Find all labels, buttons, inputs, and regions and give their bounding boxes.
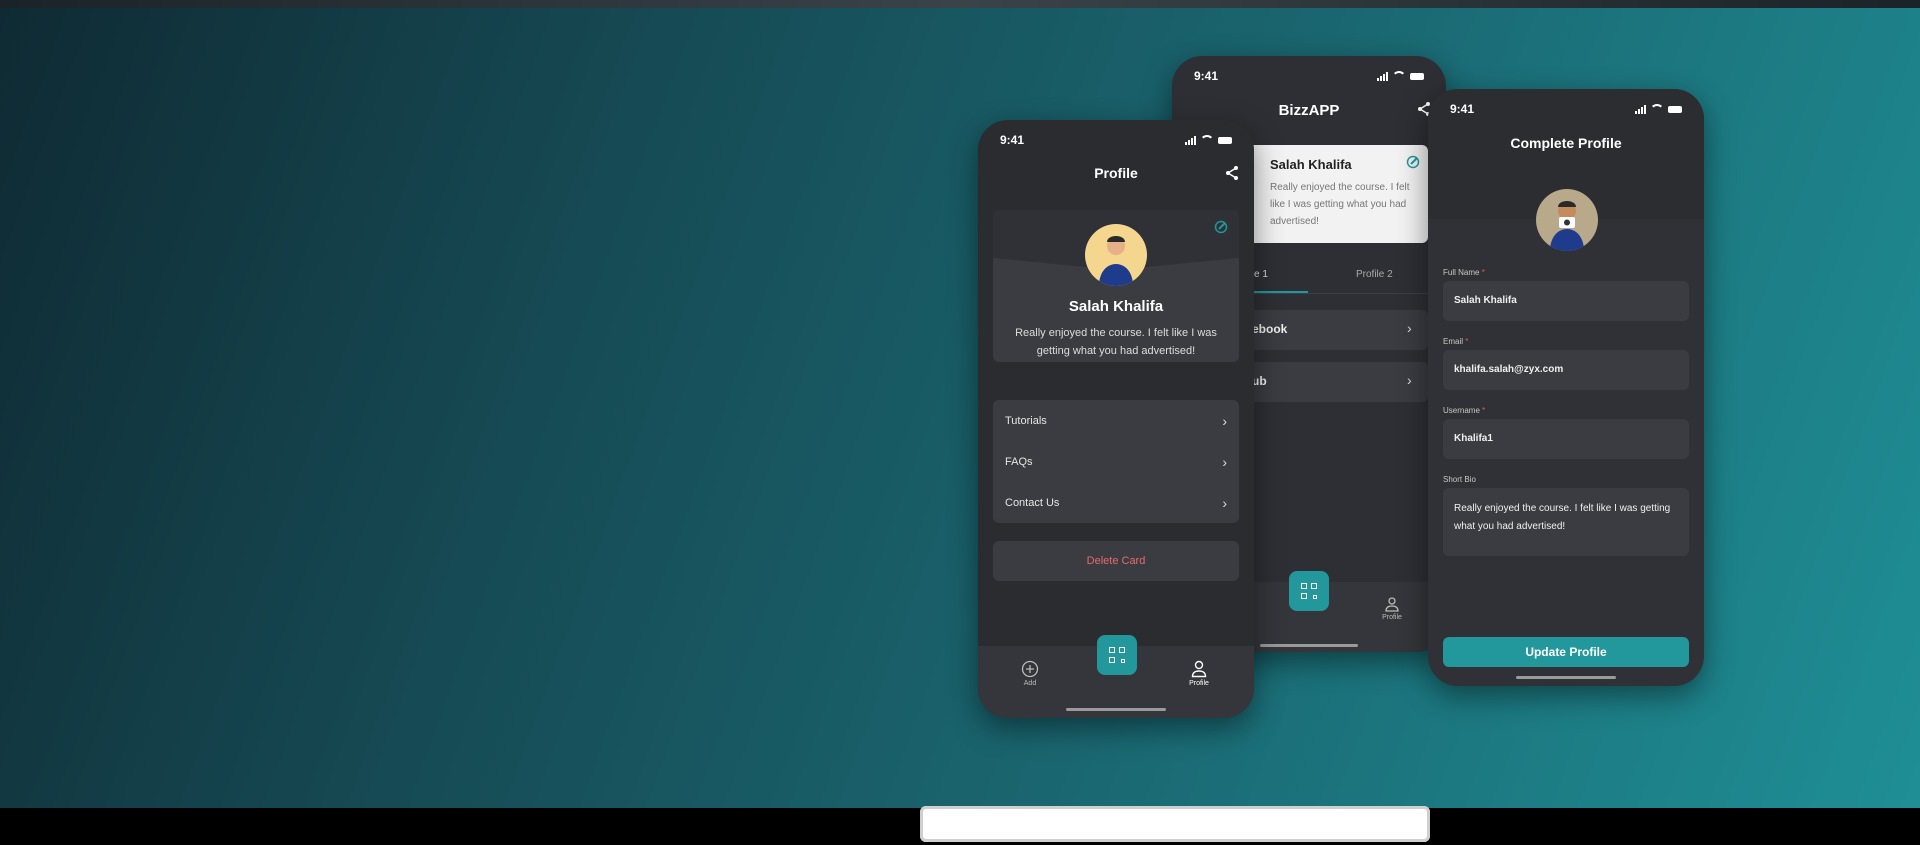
link-row-label: ub — [1252, 374, 1267, 388]
chevron-right-icon: › — [1222, 453, 1227, 470]
bottom-white-shape — [920, 806, 1430, 842]
status-time: 9:41 — [1450, 102, 1475, 116]
menu-item-faqs[interactable]: FAQs › — [993, 441, 1239, 482]
short-bio-label: Short Bio — [1443, 475, 1476, 484]
top-strip — [0, 0, 1920, 8]
qr-scan-button[interactable] — [1097, 635, 1137, 675]
update-profile-button[interactable]: Update Profile — [1443, 637, 1689, 667]
tab-profile-2[interactable]: Profile 2 — [1356, 269, 1393, 280]
camera-icon — [1559, 217, 1575, 228]
card-bio: Really enjoyed the course. I felt like I… — [1270, 182, 1410, 227]
status-bar: 9:41 — [1450, 101, 1682, 117]
edit-icon[interactable] — [1406, 155, 1420, 169]
home-indicator — [1260, 644, 1358, 647]
app-title: BizzAPP — [1278, 102, 1340, 119]
signal-icon — [1377, 71, 1388, 81]
menu-item-label: FAQs — [1005, 455, 1033, 468]
profile-bio: Really enjoyed the course. I felt like I… — [1015, 327, 1217, 357]
home-indicator — [1066, 708, 1166, 711]
username-label: Username * — [1443, 406, 1486, 415]
home-indicator — [1516, 676, 1616, 679]
battery-icon — [1218, 136, 1232, 144]
qr-scan-button[interactable] — [1289, 571, 1329, 611]
wifi-icon — [1392, 71, 1406, 81]
menu-item-label: Contact Us — [1005, 496, 1060, 509]
profile-card: Salah Khalifa Really enjoyed the course.… — [993, 210, 1239, 362]
menu-item-contact-us[interactable]: Contact Us › — [993, 482, 1239, 523]
signal-icon — [1635, 104, 1646, 114]
full-name-label: Full Name * — [1443, 268, 1485, 277]
avatar-illustration — [1099, 236, 1133, 286]
phone-complete-profile: 9:41 Complete Profile Full Name * Salah … — [1428, 89, 1704, 686]
edit-icon[interactable] — [1214, 220, 1228, 234]
avatar-upload[interactable] — [1536, 189, 1598, 251]
menu-item-tutorials[interactable]: Tutorials › — [993, 400, 1239, 441]
tab-label: Profile — [1382, 614, 1402, 621]
tab-label: Add — [1023, 680, 1037, 687]
chevron-right-icon: › — [1407, 372, 1412, 388]
short-bio-field[interactable]: Really enjoyed the course. I felt like I… — [1443, 488, 1689, 556]
username-field[interactable]: Khalifa1 — [1443, 419, 1689, 459]
profile-name: Salah Khalifa — [1068, 298, 1164, 315]
delete-card-button[interactable]: Delete Card — [993, 541, 1239, 581]
signal-icon — [1185, 135, 1196, 145]
page-title: Profile — [1094, 165, 1138, 181]
share-icon[interactable] — [1224, 165, 1240, 181]
chevron-right-icon: › — [1222, 412, 1227, 429]
battery-icon — [1668, 105, 1682, 113]
phone-profile: 9:41 Profile Salah Khalifa Really enjoye… — [978, 120, 1254, 718]
tab-profile-1[interactable]: e 1 — [1254, 269, 1268, 280]
card-name: Salah Khalifa — [1270, 157, 1352, 172]
tab-profile[interactable]: Profile — [1372, 596, 1412, 621]
tab-profile[interactable]: Profile — [1179, 660, 1219, 687]
avatar — [1085, 224, 1147, 286]
status-time: 9:41 — [1194, 69, 1219, 83]
menu-item-label: Tutorials — [1005, 414, 1047, 427]
wifi-icon — [1650, 104, 1664, 114]
status-time: 9:41 — [1000, 133, 1025, 147]
qr-icon — [1301, 583, 1317, 599]
wifi-icon — [1200, 135, 1214, 145]
chevron-right-icon: › — [1407, 320, 1412, 336]
chevron-right-icon: › — [1222, 494, 1227, 511]
full-name-field[interactable]: Salah Khalifa — [1443, 281, 1689, 321]
email-label: Email * — [1443, 337, 1469, 346]
battery-icon — [1410, 72, 1424, 80]
menu-list: Tutorials › FAQs › Contact Us › — [993, 400, 1239, 523]
user-icon — [1191, 660, 1207, 678]
tab-add[interactable]: Add — [1010, 660, 1050, 687]
email-field[interactable]: khalifa.salah@zyx.com — [1443, 350, 1689, 390]
status-bar: 9:41 — [1194, 68, 1424, 84]
status-bar: 9:41 — [1000, 132, 1232, 148]
page-title: Complete Profile — [1510, 135, 1622, 151]
add-circle-icon — [1021, 660, 1039, 678]
qr-icon — [1109, 647, 1125, 663]
link-row-label: ebook — [1252, 322, 1288, 336]
tab-label: Profile — [1189, 680, 1209, 687]
user-icon — [1385, 597, 1399, 612]
